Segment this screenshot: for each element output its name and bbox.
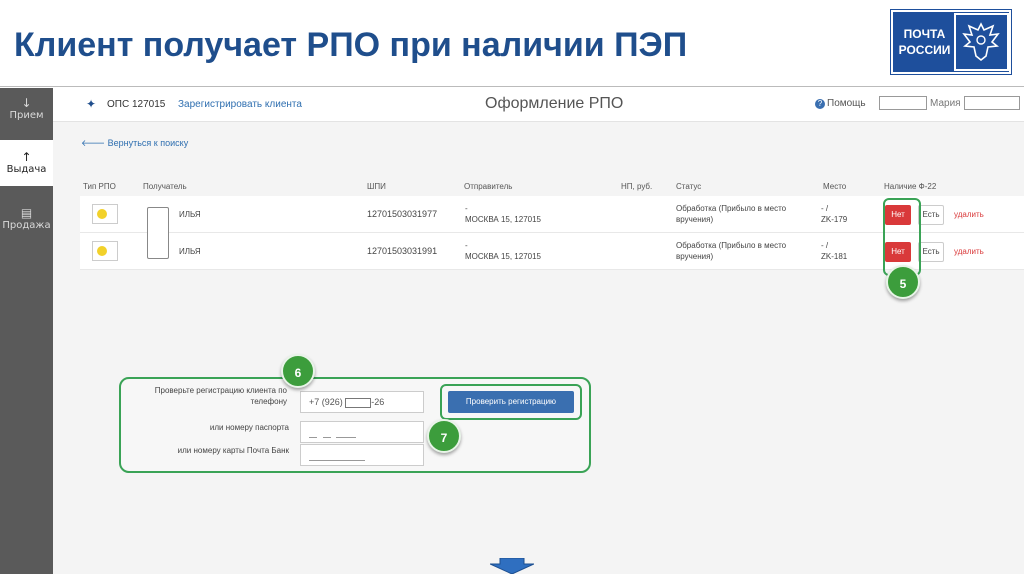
back-to-search-link[interactable]: 🡐 Вернуться к поиску [81,138,188,149]
status: Обработка (Прибыло в место вручения) [676,241,787,261]
page-title: Оформление РПО [485,95,624,112]
callout-5: 5 [886,265,920,299]
pochta-rossii-logo: ПОЧТА РОССИИ [890,9,1012,75]
column-header: ШПИ [367,182,386,191]
card-label: или номеру карты Почта Банк [177,446,289,455]
title-divider [0,86,1024,87]
sender: - МОСКВА 15, 127015 [465,241,541,261]
sidebar-item-prodazha[interactable]: ▤ Продажа [0,206,53,246]
f22-yes-button[interactable]: Есть [918,205,944,225]
place: - / ZK-179 [821,204,848,224]
user-name[interactable]: Мария [930,98,961,109]
shpi: 12701503031977 [367,209,438,219]
f22-yes-button[interactable]: Есть [918,242,944,262]
phone-input[interactable]: +7 (926) -26 [300,391,424,413]
sender: - МОСКВА 15, 127015 [465,204,541,224]
eagle-icon [953,13,1009,71]
passport-input[interactable] [300,421,424,443]
arrow-down-icon: ↓ [21,96,32,110]
column-header: Наличие Ф-22 [884,182,937,191]
recipient: ИЛЬЯ [179,210,201,219]
emblem-icon: ✦ [86,97,97,111]
logo-text: ПОЧТА РОССИИ [898,27,951,57]
sidebar-item-vydacha[interactable]: ↑ Выдача [0,140,53,186]
cart-icon: ▤ [20,206,33,220]
parcel-icon [92,204,118,224]
arrow-left-icon: 🡐 [81,138,108,148]
column-header: Получатель [143,182,187,191]
sidebar-item-priem[interactable]: ↓ Прием [0,96,53,136]
column-header: НП, руб. [621,182,653,191]
ops-label: ОПС 127015 [107,99,166,110]
redacted-field [879,96,927,110]
recipient: ИЛЬЯ [179,247,201,256]
slide-title: Клиент получает РПО при наличии ПЭП [14,26,688,64]
delete-link[interactable]: удалить [954,247,984,256]
column-header: Статус [676,182,702,191]
callout-7: 7 [427,419,461,453]
column-header: Тип РПО [83,182,116,191]
slide: Клиент получает РПО при наличии ПЭП ПОЧТ… [0,0,1024,574]
passport-label: или номеру паспорта [209,423,289,432]
sidebar: ↓ Прием ↑ Выдача ▤ Продажа [0,88,53,574]
phone-label: Проверьте регистрацию клиента по телефон… [154,386,287,406]
column-header: Отправитель [464,182,513,191]
status: Обработка (Прибыло в место вручения) [676,204,787,224]
redacted-recipient-name [147,207,169,259]
help-icon: ? [815,99,825,109]
column-header: Место [823,182,847,191]
delete-link[interactable]: удалить [954,210,984,219]
top-bar: ✦ ОПС 127015 Зарегистрировать клиента Оф… [53,88,1024,122]
highlight-check-button [440,384,582,420]
arrow-up-icon: ↑ [21,150,32,164]
shpi: 12701503031991 [367,246,438,256]
help-link[interactable]: ? Помощь [815,98,866,109]
place: - / ZK-181 [821,241,848,261]
redacted-field [964,96,1020,110]
next-step-arrow-icon [490,558,534,574]
register-client-link[interactable]: Зарегистрировать клиента [178,99,302,110]
app-window: ✦ ОПС 127015 Зарегистрировать клиента Оф… [53,88,1024,574]
callout-6: 6 [281,354,315,388]
parcel-icon [92,241,118,261]
redacted-phone-digits [345,397,372,408]
card-input[interactable] [300,444,424,466]
